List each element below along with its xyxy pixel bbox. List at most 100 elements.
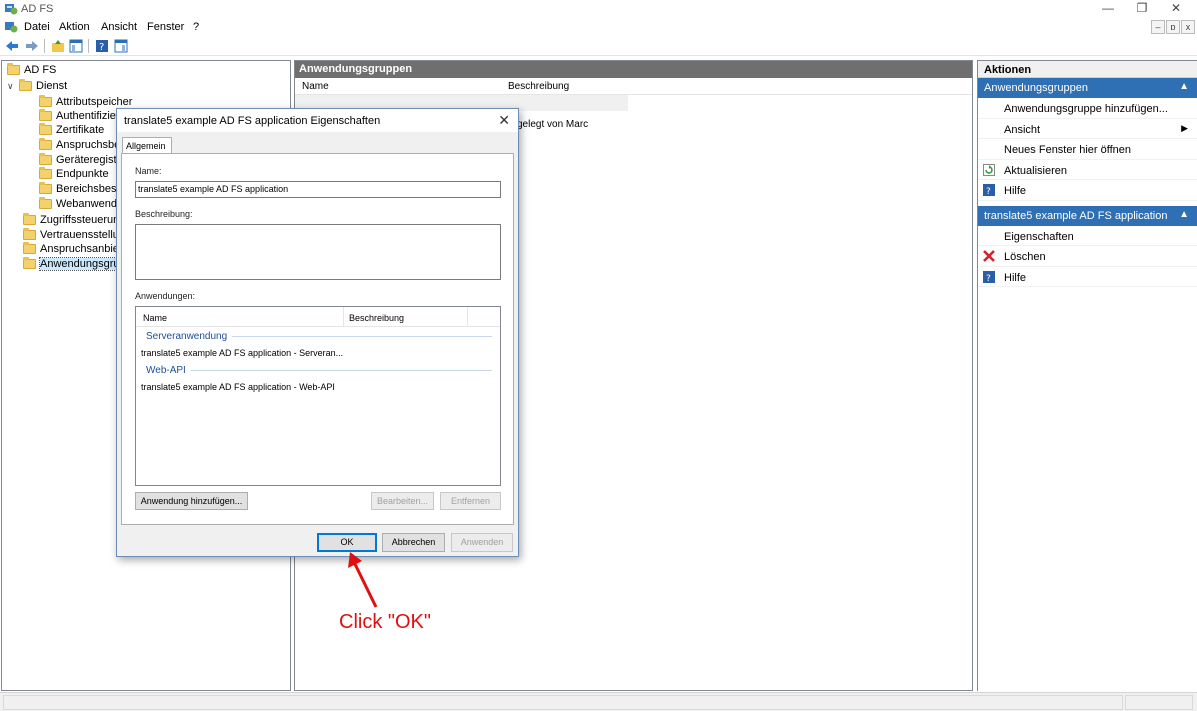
menu-datei[interactable]: Datei (24, 21, 50, 33)
menu-fenster[interactable]: Fenster (147, 21, 184, 33)
mdi-close-button[interactable]: x (1181, 20, 1195, 34)
results-pane-title: Anwendungsgruppen (295, 61, 972, 78)
folder-icon (39, 109, 52, 121)
column-header-name[interactable]: Name (302, 81, 329, 92)
column-header-beschreibung[interactable]: Beschreibung (508, 81, 569, 92)
toolbar-separator (44, 39, 45, 53)
tree-item-webanwendungsproxy[interactable]: Webanwendu (39, 197, 123, 211)
collapse-up-icon[interactable]: ▲ (1179, 209, 1189, 220)
applications-list[interactable]: Name Beschreibung Serveranwendung transl… (135, 306, 501, 486)
chevron-down-icon[interactable]: ∨ (7, 81, 19, 92)
tree-item-dienst[interactable]: ∨ Dienst (7, 79, 67, 93)
forward-arrow-icon[interactable] (24, 38, 40, 54)
folder-icon (39, 182, 52, 194)
actions-section-selected-item[interactable]: translate5 example AD FS application ▲ (978, 205, 1197, 226)
action-ansicht[interactable]: Ansicht ▶ (978, 119, 1197, 139)
tree-item-zertifikate[interactable]: Zertifikate (39, 123, 104, 137)
adfs-app-icon (5, 4, 18, 15)
svg-text:?: ? (986, 187, 991, 196)
tree-item-attributspeicher[interactable]: Attributspeicher (39, 95, 132, 109)
column-header-beschreibung[interactable]: Beschreibung (349, 313, 404, 323)
tree-item-anspruchsanbieter[interactable]: Anspruchsanbiete (23, 242, 128, 256)
action-add-application-group[interactable]: Anwendungsgruppe hinzufügen... (978, 98, 1197, 119)
folder-icon (39, 123, 52, 135)
folder-icon (7, 63, 20, 75)
tree-item-bereichsbeschreibungen[interactable]: Bereichsbesch (39, 182, 128, 196)
dialog-close-icon[interactable]: ✕ (498, 112, 510, 129)
back-arrow-icon[interactable] (4, 38, 20, 54)
up-folder-icon[interactable] (50, 38, 66, 54)
name-field[interactable]: translate5 example AD FS application (135, 181, 501, 198)
help-icon: ? (983, 184, 995, 196)
svg-text:?: ? (986, 274, 991, 283)
menu-bar: Datei Aktion Ansicht Fenster ? – ɒ x (0, 18, 1197, 36)
group-header-web-api[interactable]: Web-API (146, 364, 492, 377)
list-item-description: gelegt von Marc (517, 119, 589, 130)
name-label: Name: (135, 166, 162, 176)
action-delete[interactable]: Löschen (978, 246, 1197, 267)
status-bar (0, 692, 1197, 711)
column-header-name[interactable]: Name (143, 313, 167, 323)
results-list-header: Name Beschreibung (295, 78, 972, 95)
tree-item-zugriffssteuerung[interactable]: Zugriffssteuerung (23, 213, 125, 227)
group-divider (232, 336, 492, 337)
tree-item-adfs[interactable]: AD FS (7, 63, 56, 77)
folder-icon (23, 242, 36, 254)
applications-list-header: Name Beschreibung (136, 307, 500, 327)
close-window-button[interactable]: ✕ (1156, 0, 1196, 18)
actions-pane: Aktionen Anwendungsgruppen ▲ Anwendungsg… (977, 60, 1197, 691)
toolbar: ? (0, 36, 1197, 56)
show-hide-tree-icon[interactable] (68, 38, 84, 54)
show-hide-action-pane-icon[interactable] (113, 38, 129, 54)
apply-button[interactable]: Anwenden (451, 533, 513, 552)
cancel-button[interactable]: Abbrechen (382, 533, 445, 552)
actions-section-anwendungsgruppen[interactable]: Anwendungsgruppen ▲ (978, 78, 1197, 98)
actions-pane-title: Aktionen (978, 61, 1197, 78)
action-refresh[interactable]: Aktualisieren (978, 160, 1197, 180)
collapse-up-icon[interactable]: ▲ (1179, 81, 1189, 92)
list-item[interactable]: translate5 example AD FS application - S… (141, 348, 343, 358)
add-application-button[interactable]: Anwendung hinzufügen... (135, 492, 248, 510)
window-titlebar: AD FS — ❐ ✕ (0, 0, 1197, 18)
column-separator[interactable] (467, 307, 468, 327)
menu-ansicht[interactable]: Ansicht (101, 21, 137, 33)
toolbar-separator (88, 39, 89, 53)
group-header-serveranwendung[interactable]: Serveranwendung (146, 330, 492, 343)
dialog-titlebar[interactable]: translate5 example AD FS application Eig… (117, 109, 518, 132)
refresh-icon (983, 163, 995, 176)
folder-icon (39, 95, 52, 107)
folder-icon (39, 167, 52, 179)
mdi-restore-button[interactable]: ɒ (1166, 20, 1180, 34)
tree-item-endpunkte[interactable]: Endpunkte (39, 167, 109, 181)
tree-item-vertrauensstellungen[interactable]: Vertrauensstellun (23, 228, 125, 242)
menu-aktion[interactable]: Aktion (59, 21, 90, 33)
description-field[interactable] (135, 224, 501, 280)
annotation-text: Click "OK" (339, 611, 431, 633)
help-icon[interactable]: ? (94, 38, 110, 54)
delete-x-icon (983, 250, 995, 262)
folder-icon (19, 79, 32, 91)
remove-button[interactable]: Entfernen (440, 492, 501, 510)
help-icon: ? (983, 270, 995, 283)
edit-button[interactable]: Bearbeiten... (371, 492, 434, 510)
action-new-window[interactable]: Neues Fenster hier öffnen (978, 139, 1197, 160)
column-separator[interactable] (343, 307, 344, 327)
menu-help[interactable]: ? (193, 21, 199, 33)
dialog-title: translate5 example AD FS application Eig… (124, 115, 381, 127)
list-item[interactable]: translate5 example AD FS application - W… (141, 382, 335, 392)
action-help[interactable]: ? Hilfe (978, 180, 1197, 201)
annotation-arrow (348, 552, 378, 608)
applications-label: Anwendungen: (135, 291, 196, 301)
tab-panel-allgemein: Name: translate5 example AD FS applicati… (121, 153, 514, 525)
folder-icon (39, 197, 52, 209)
properties-dialog: translate5 example AD FS application Eig… (116, 108, 519, 557)
folder-icon (23, 228, 36, 240)
tab-allgemein[interactable]: Allgemein (122, 137, 172, 154)
mdi-controls: – ɒ x (1150, 20, 1195, 34)
action-properties[interactable]: Eigenschaften (978, 226, 1197, 246)
mdi-minimize-button[interactable]: – (1151, 20, 1165, 34)
tree-item-anwendungsgruppen[interactable]: Anwendungsgrup (23, 257, 127, 271)
action-help-selected[interactable]: ? Hilfe (978, 267, 1197, 287)
tree-item-authentifizierung[interactable]: Authentifizier (39, 109, 120, 123)
group-divider (190, 370, 492, 371)
